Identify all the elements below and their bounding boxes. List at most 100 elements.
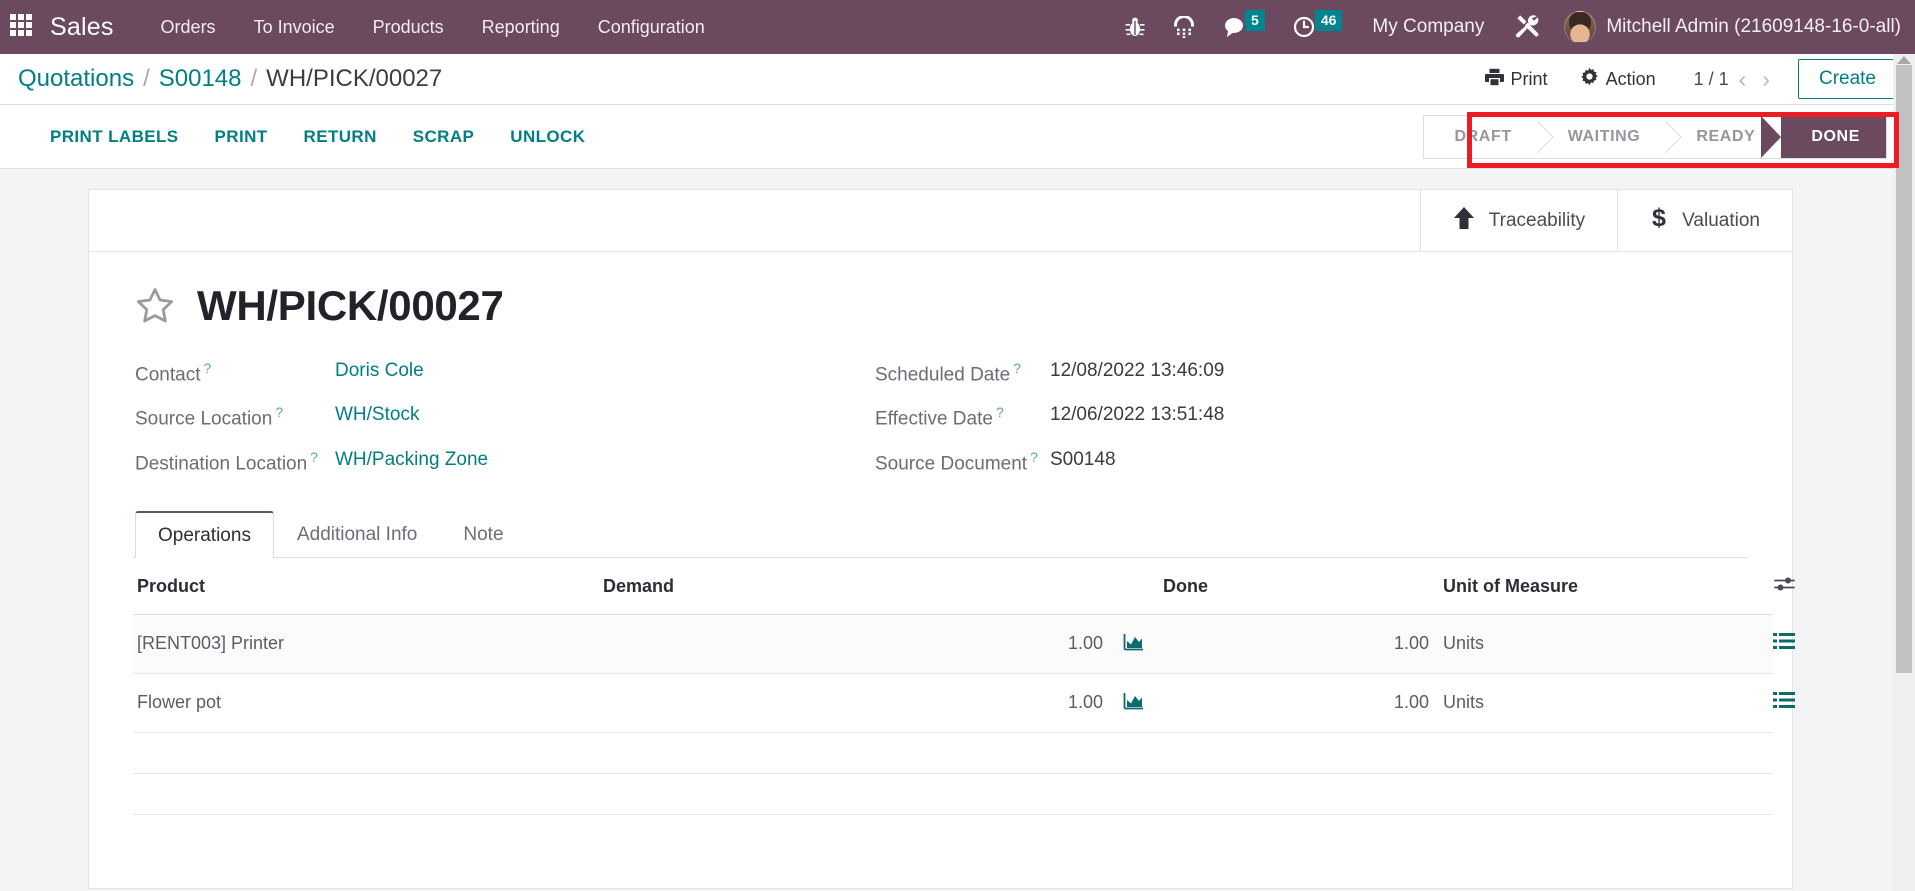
return-button[interactable]: RETURN [286, 127, 395, 147]
status-draft[interactable]: DRAFT [1424, 115, 1538, 158]
field-value-scheduled-date[interactable]: 12/08/2022 13:46:09 [1050, 360, 1748, 386]
record-title-row: WH/PICK/00027 [133, 282, 1748, 330]
menu-item-orders[interactable]: Orders [142, 0, 235, 54]
smart-button-traceability[interactable]: Traceability [1419, 190, 1617, 251]
help-icon[interactable]: ? [996, 404, 1004, 420]
form-group-right: Scheduled Date? 12/08/2022 13:46:09 Effe… [875, 360, 1748, 475]
help-icon[interactable]: ? [275, 404, 283, 420]
field-value-source-document[interactable]: S00148 [1050, 449, 1748, 475]
breadcrumb-item-current: WH/PICK/00027 [266, 65, 443, 92]
up-arrow-icon [1453, 206, 1475, 236]
cell-done: 1.00 [1163, 614, 1443, 674]
messages-counter[interactable]: 5 [1209, 0, 1279, 54]
status-bar: DRAFT WAITING READY DONE [1423, 114, 1887, 159]
svg-text:$: $ [1652, 205, 1666, 231]
chevron-right-icon[interactable]: › [1756, 67, 1776, 91]
breadcrumb-item-quotations[interactable]: Quotations [18, 65, 134, 93]
breadcrumb: Quotations / S00148 / WH/PICK/00027 [18, 65, 442, 93]
tab-operations[interactable]: Operations [135, 510, 274, 558]
cell-unit-of-measure: Units [1443, 673, 1773, 733]
operations-table-body: [RENT003] Printer 1.00 1.00 Units Flower… [133, 614, 1795, 855]
table-row-empty [133, 814, 1773, 855]
smart-button-label: Valuation [1682, 209, 1760, 231]
help-icon[interactable]: ? [310, 449, 318, 465]
table-row[interactable]: [RENT003] Printer 1.00 1.00 Units [133, 614, 1795, 674]
cell-demand: 1.00 [603, 614, 1103, 674]
table-row-empty [133, 732, 1773, 774]
field-label-source-document: Source Document? [875, 448, 1038, 474]
breadcrumb-item-s00148[interactable]: S00148 [159, 65, 242, 93]
app-brand-sales[interactable]: Sales [50, 13, 114, 42]
company-switcher[interactable]: My Company [1356, 16, 1500, 38]
menu-item-reporting[interactable]: Reporting [463, 0, 579, 54]
status-waiting[interactable]: WAITING [1537, 115, 1667, 158]
help-icon[interactable]: ? [203, 360, 211, 376]
avatar [1564, 11, 1597, 43]
action-button[interactable]: Action [1564, 67, 1672, 91]
field-value-contact[interactable]: Doris Cole [335, 360, 875, 386]
table-row[interactable]: Flower pot 1.00 1.00 Units [133, 673, 1795, 733]
menu-item-configuration[interactable]: Configuration [579, 0, 724, 54]
form-view-body: Traceability $ Valuation WH/PICK/00027 C… [0, 169, 1915, 891]
action-label: Action [1605, 68, 1656, 89]
top-navbar: Sales Orders To Invoice Products Reporti… [0, 0, 1915, 54]
vertical-scrollbar[interactable] [1893, 54, 1915, 891]
smart-button-label: Traceability [1488, 209, 1586, 231]
status-done[interactable]: DONE [1761, 115, 1886, 158]
pager: 1 / 1 ‹ › [1694, 67, 1776, 91]
print-labels-button[interactable]: PRINT LABELS [32, 127, 197, 147]
bug-icon[interactable] [1111, 0, 1159, 54]
cell-demand: 1.00 [603, 673, 1103, 733]
record-action-bar: PRINT LABELS PRINT RETURN SCRAP UNLOCK D… [0, 105, 1915, 169]
breadcrumb-separator: / [143, 65, 150, 92]
print-button[interactable]: Print [1469, 68, 1564, 91]
tab-additional-info[interactable]: Additional Info [274, 511, 440, 558]
control-panel: Quotations / S00148 / WH/PICK/00027 Prin… [0, 54, 1915, 105]
chevron-left-icon[interactable]: ‹ [1733, 67, 1753, 91]
activities-counter[interactable]: 46 [1279, 0, 1357, 54]
page-title: WH/PICK/00027 [197, 282, 504, 329]
operations-table: Product Demand Done Unit of Measure [REN… [133, 557, 1795, 856]
dialpad-icon[interactable] [1159, 0, 1209, 54]
field-value-source-location[interactable]: WH/Stock [335, 404, 875, 430]
field-label-contact: Contact? [135, 360, 212, 386]
sheet-content: WH/PICK/00027 Contact? Doris Cole Source… [89, 252, 1795, 856]
tab-note[interactable]: Note [440, 511, 526, 558]
forecast-chart-icon[interactable] [1103, 673, 1163, 733]
wrench-screwdriver-icon[interactable] [1500, 0, 1554, 54]
scrollbar-thumb[interactable] [1896, 65, 1912, 673]
menu-item-products[interactable]: Products [354, 0, 463, 54]
field-value-effective-date[interactable]: 12/06/2022 13:51:48 [1050, 404, 1748, 430]
unlock-button[interactable]: UNLOCK [492, 127, 603, 147]
cell-product: Flower pot [133, 673, 603, 733]
forecast-chart-icon[interactable] [1103, 614, 1163, 674]
column-header-product: Product [133, 557, 603, 615]
field-value-destination-location[interactable]: WH/Packing Zone [335, 449, 875, 475]
table-header-row: Product Demand Done Unit of Measure [133, 557, 1795, 615]
field-label-scheduled-date: Scheduled Date? [875, 360, 1022, 386]
star-outline-icon[interactable] [133, 285, 177, 327]
field-label-effective-date: Effective Date? [875, 404, 1004, 430]
notebook: Operations Additional Info Note Product … [133, 510, 1795, 856]
create-button[interactable]: Create [1797, 59, 1897, 99]
dollar-icon: $ [1650, 204, 1668, 237]
sliders-icon [1773, 577, 1797, 597]
scrap-button[interactable]: SCRAP [395, 127, 493, 147]
column-header-done: Done [1163, 557, 1443, 615]
form-group-left: Contact? Doris Cole Source Location? WH/… [135, 360, 875, 475]
user-menu[interactable]: Mitchell Admin (21609148-16-0-all) [1554, 11, 1901, 43]
cell-product: [RENT003] Printer [133, 614, 603, 674]
column-header-unit-of-measure: Unit of Measure [1443, 557, 1773, 615]
help-icon[interactable]: ? [1030, 449, 1038, 465]
scroll-up-arrow-icon[interactable] [1897, 56, 1911, 64]
smart-button-valuation[interactable]: $ Valuation [1617, 190, 1792, 251]
main-menu: Orders To Invoice Products Reporting Con… [142, 0, 724, 54]
help-icon[interactable]: ? [1013, 360, 1021, 376]
apps-grid-icon[interactable] [10, 14, 36, 40]
notebook-tabs: Operations Additional Info Note [133, 510, 1748, 558]
messages-badge: 5 [1245, 10, 1265, 31]
print-button-secondary[interactable]: PRINT [197, 127, 286, 147]
cell-done: 1.00 [1163, 673, 1443, 733]
gear-icon [1580, 67, 1599, 91]
menu-item-to-invoice[interactable]: To Invoice [235, 0, 354, 54]
